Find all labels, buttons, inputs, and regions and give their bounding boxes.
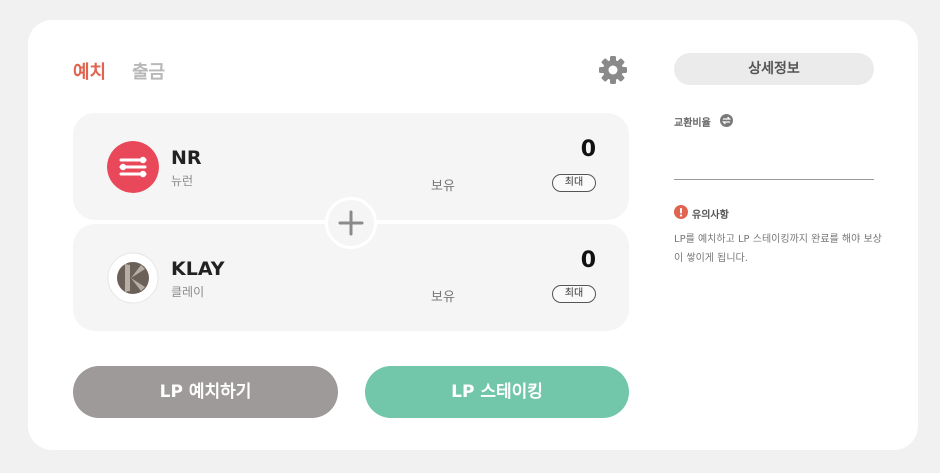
tab-deposit[interactable]: 예치 bbox=[73, 58, 106, 84]
amount-input[interactable]: 0 bbox=[581, 137, 596, 162]
holding-label: 보유 bbox=[431, 179, 455, 194]
token-name: 클레이 bbox=[171, 285, 205, 299]
swap-info-icon[interactable] bbox=[720, 114, 733, 127]
notice-title: 유의사항 bbox=[692, 210, 729, 221]
detail-button[interactable]: 상세정보 bbox=[674, 53, 874, 85]
exchange-ratio-label: 교환비율 bbox=[674, 118, 711, 129]
lp-staking-button[interactable]: LP 스테이킹 bbox=[365, 366, 629, 418]
holding-label: 보유 bbox=[431, 290, 455, 305]
token-symbol: KLAY bbox=[171, 258, 225, 280]
neuron-logo-icon bbox=[107, 141, 159, 193]
klay-logo-icon bbox=[107, 252, 159, 304]
tab-withdraw[interactable]: 출금 bbox=[132, 58, 165, 84]
amount-input[interactable]: 0 bbox=[581, 248, 596, 273]
gear-icon[interactable] bbox=[597, 54, 629, 86]
token-name: 뉴런 bbox=[171, 174, 194, 188]
lp-deposit-button[interactable]: LP 예치하기 bbox=[73, 366, 338, 418]
divider bbox=[674, 179, 874, 180]
max-button[interactable]: 최대 bbox=[552, 285, 596, 303]
notice-text: LP를 예치하고 LP 스테이킹까지 완료를 해야 보상이 쌓이게 됩니다. bbox=[674, 234, 882, 264]
max-button[interactable]: 최대 bbox=[552, 174, 596, 192]
token-symbol: NR bbox=[171, 147, 202, 169]
warning-icon bbox=[674, 205, 688, 219]
plus-icon bbox=[325, 197, 377, 249]
